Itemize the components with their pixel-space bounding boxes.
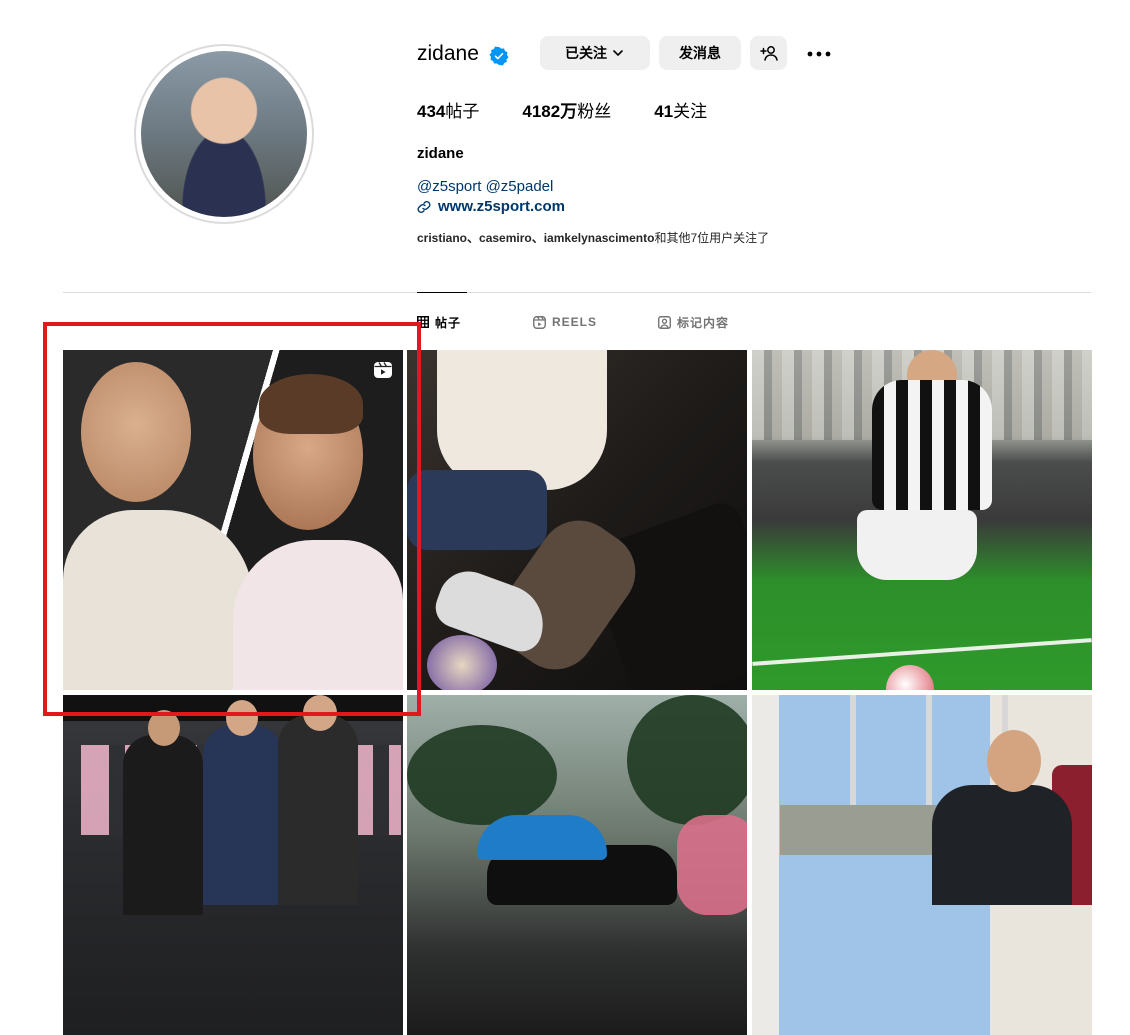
profile-stats: 434帖子 4182万粉丝 41关注: [417, 100, 750, 124]
tab-posts[interactable]: 帖子: [417, 312, 461, 332]
following-label: 关注: [673, 102, 708, 121]
following-count: 41: [654, 102, 674, 121]
photo-subject: [437, 350, 607, 490]
photo-subject: [932, 785, 1072, 905]
highlight-box: [43, 322, 421, 716]
photo-subject: [987, 730, 1041, 792]
photo-subject: [427, 635, 497, 690]
photo-subject: [872, 380, 992, 510]
photo-background: [407, 725, 557, 825]
bio-mentions[interactable]: @z5sport @z5padel: [417, 176, 553, 198]
photo-subject: [407, 470, 547, 550]
grid-post-5[interactable]: [407, 695, 747, 1035]
reels-icon: [533, 315, 546, 329]
profile-full-name: zidane: [417, 145, 464, 162]
more-options-icon[interactable]: [805, 40, 833, 68]
tab-posts-label: 帖子: [435, 315, 462, 330]
website-link[interactable]: www.z5sport.com: [417, 196, 565, 218]
followed-by-suffix: 和其他7位用户关注了: [654, 231, 770, 245]
photo-subject: [278, 715, 358, 905]
add-person-icon: [759, 46, 778, 61]
tab-tagged[interactable]: 标记内容: [658, 312, 729, 332]
following-stat[interactable]: 41关注: [654, 100, 707, 124]
followers-count: 4182万: [522, 102, 578, 121]
posts-label: 帖子: [445, 102, 480, 121]
tagged-icon: [658, 315, 671, 329]
verified-badge-icon: [489, 46, 509, 66]
link-icon: [417, 201, 431, 213]
suggested-users-button[interactable]: [750, 36, 787, 70]
photo-subject: [123, 735, 203, 915]
tab-reels-label: REELS: [552, 315, 598, 329]
photo-subject: [857, 510, 977, 580]
chevron-down-icon: [613, 50, 623, 56]
tab-tagged-label: 标记内容: [677, 315, 730, 330]
grid-post-6[interactable]: [752, 695, 1092, 1035]
grid-post-3[interactable]: [752, 350, 1092, 690]
followers-label: 粉丝: [577, 102, 612, 121]
active-tab-indicator: [417, 292, 467, 293]
photo-subject: [203, 725, 283, 905]
message-button-label: 发消息: [679, 45, 721, 61]
photo-subject: [886, 665, 934, 690]
following-button[interactable]: 已关注: [540, 36, 650, 70]
profile-username: zidane: [417, 42, 479, 65]
following-button-label: 已关注: [565, 45, 607, 61]
tabs-divider: [63, 292, 1091, 293]
photo-background: [627, 695, 747, 825]
photo-background: [752, 638, 1092, 666]
photo-subject: [477, 815, 607, 860]
message-button[interactable]: 发消息: [659, 36, 741, 70]
tab-reels[interactable]: REELS: [533, 312, 597, 332]
grid-post-4[interactable]: [63, 695, 403, 1035]
followed-by-names: cristiano、casemiro、iamkelynascimento: [417, 231, 655, 245]
photo-subject: [677, 815, 747, 915]
posts-count: 434: [417, 102, 446, 121]
posts-stat[interactable]: 434帖子: [417, 100, 479, 124]
website-text: www.z5sport.com: [438, 198, 565, 215]
grid-post-2[interactable]: [407, 350, 747, 690]
avatar[interactable]: [141, 51, 307, 217]
followers-stat[interactable]: 4182万粉丝: [522, 100, 611, 124]
followed-by[interactable]: cristiano、casemiro、iamkelynascimento和其他7…: [417, 229, 769, 247]
